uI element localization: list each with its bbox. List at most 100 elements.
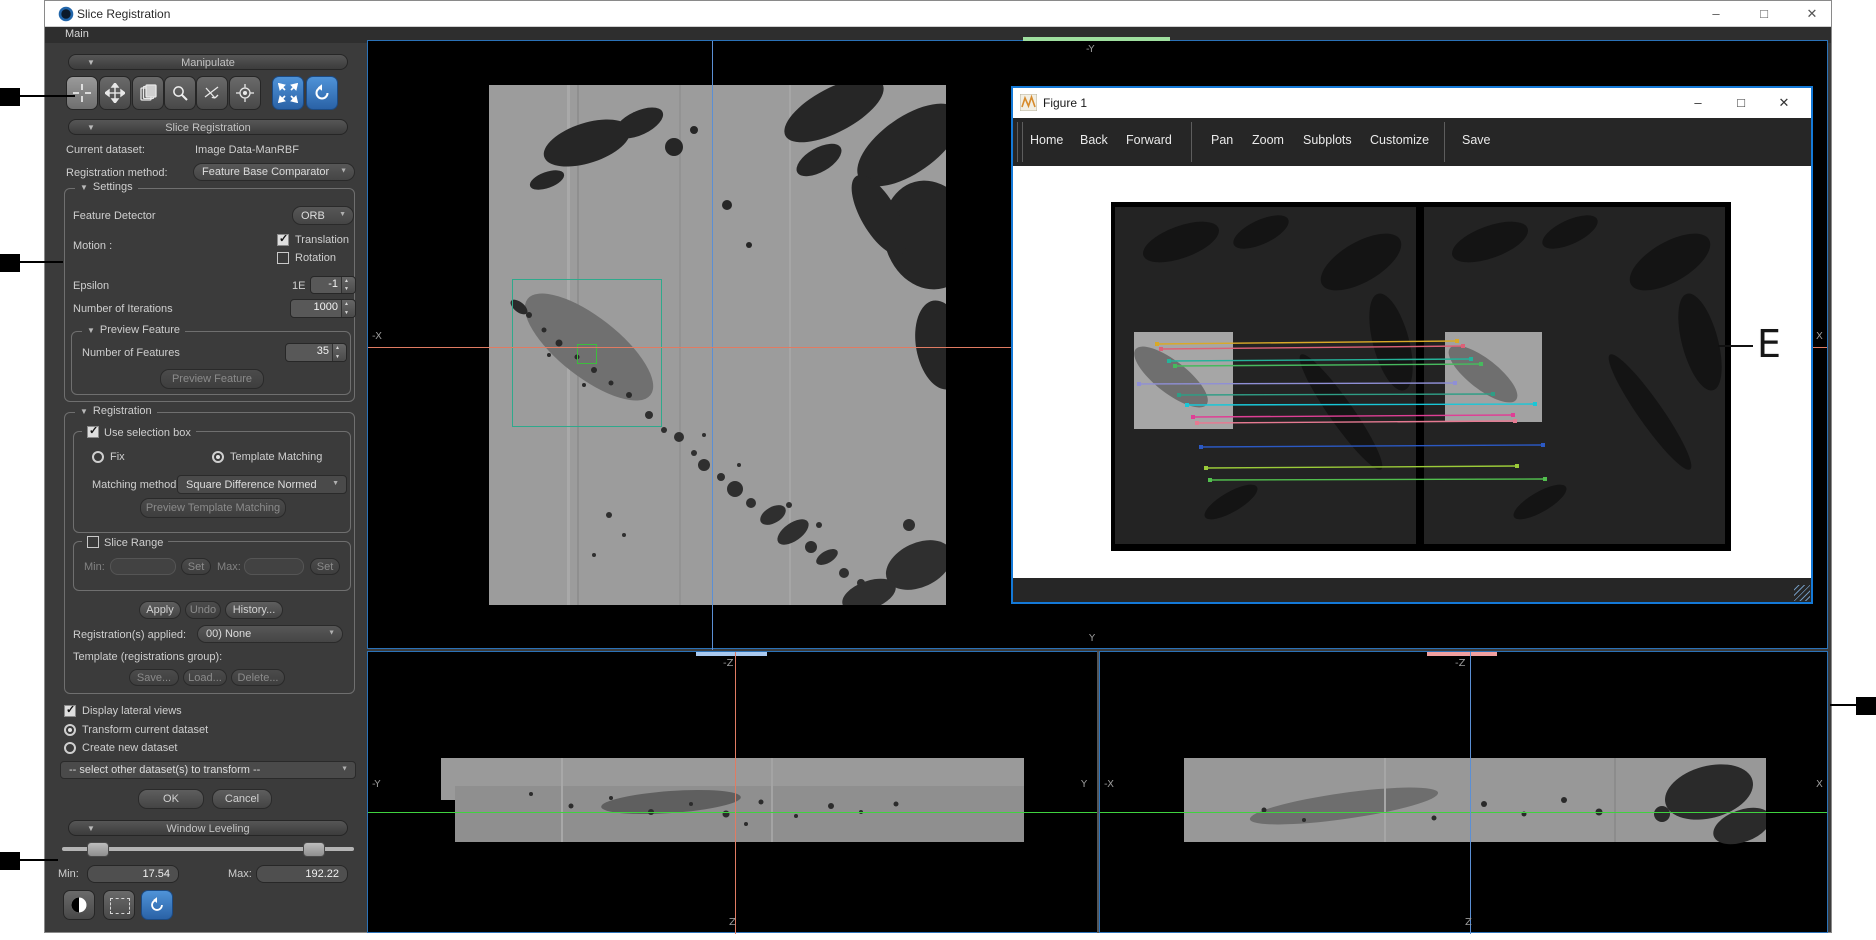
epsilon-spinner[interactable]: -1 ▲▼ xyxy=(310,276,356,294)
window-level-min-handle[interactable] xyxy=(87,842,109,857)
viewer-lateral-left[interactable]: -Z -Y Y Z xyxy=(367,651,1098,933)
template-matching-radio[interactable] xyxy=(212,451,224,463)
crosshair-tool-button[interactable] xyxy=(66,76,98,110)
figure-tool-subplots[interactable]: Subplots xyxy=(1303,133,1352,147)
chevron-down-icon: ▼ xyxy=(340,163,347,179)
slice-range-max-label: Max: xyxy=(217,561,241,573)
template-delete-button[interactable]: Delete... xyxy=(231,669,285,686)
spinner-buttons[interactable]: ▲▼ xyxy=(341,300,355,317)
expand-view-button[interactable] xyxy=(272,76,304,110)
reset-view-button[interactable] xyxy=(306,76,338,110)
iterations-spinner[interactable]: 1000 ▲▼ xyxy=(290,299,356,318)
spin-down-icon[interactable]: ▼ xyxy=(335,354,340,360)
invert-contrast-button[interactable] xyxy=(63,890,95,920)
apply-button[interactable]: Apply xyxy=(139,601,181,619)
translation-label: Translation xyxy=(295,234,349,246)
figure-tool-customize[interactable]: Customize xyxy=(1370,133,1429,147)
collapse-triangle-icon: ▼ xyxy=(87,326,95,335)
fix-radio[interactable] xyxy=(92,451,104,463)
manipulate-header[interactable]: ▼ Manipulate xyxy=(68,54,348,70)
num-features-spinner[interactable]: 35 ▲▼ xyxy=(285,343,347,362)
chevron-down-icon: ▼ xyxy=(332,475,339,492)
spin-up-icon[interactable]: ▲ xyxy=(344,301,349,307)
registration-method-select[interactable]: Feature Base Comparator ▼ xyxy=(193,163,355,181)
transform-current-radio[interactable] xyxy=(64,724,76,736)
app-minimize-button[interactable]: – xyxy=(1703,4,1729,23)
epsilon-label: Epsilon xyxy=(73,280,109,292)
slice-registration-header[interactable]: ▼ Slice Registration xyxy=(68,119,348,135)
figure-canvas[interactable] xyxy=(1013,166,1811,578)
undo-button[interactable]: Undo xyxy=(185,601,221,619)
figure-tool-zoom[interactable]: Zoom xyxy=(1252,133,1284,147)
registrations-applied-select[interactable]: 00) None ▼ xyxy=(197,625,343,643)
spinner-buttons[interactable]: ▲▼ xyxy=(341,277,355,293)
figure-maximize-button[interactable]: □ xyxy=(1726,92,1756,114)
figure-window[interactable]: Figure 1 – □ ✕ Home Back Forward Pan Zoo… xyxy=(1011,86,1813,604)
move-tool-button[interactable] xyxy=(99,76,131,110)
window-leveling-header[interactable]: ▼ Window Leveling xyxy=(68,820,348,836)
slice-range-min-set-button[interactable]: Set xyxy=(181,558,211,575)
slice-range-checkbox[interactable] xyxy=(87,536,99,548)
slice-range-min-input[interactable] xyxy=(110,558,176,575)
window-level-max-handle[interactable] xyxy=(303,842,325,857)
toolbar-grip[interactable] xyxy=(1017,122,1023,162)
history-button[interactable]: History... xyxy=(225,601,283,619)
rotate-slice-tool-button[interactable] xyxy=(196,76,228,110)
rotation-checkbox[interactable] xyxy=(277,252,289,264)
preview-template-matching-button[interactable]: Preview Template Matching xyxy=(140,498,286,518)
settings-group: ▼Settings Feature Detector ORB ▼ Motion … xyxy=(64,188,355,402)
resize-grip[interactable] xyxy=(1794,585,1810,601)
spin-up-icon[interactable]: ▲ xyxy=(344,278,349,284)
registrations-applied-value: 00) None xyxy=(206,628,251,640)
figure-tool-pan[interactable]: Pan xyxy=(1211,133,1233,147)
figure-titlebar[interactable]: Figure 1 – □ ✕ xyxy=(1013,88,1811,118)
spin-down-icon[interactable]: ▼ xyxy=(344,310,349,316)
num-features-label: Number of Features xyxy=(82,347,180,359)
level-min-input[interactable]: 17.54 xyxy=(87,865,179,883)
feature-detector-select[interactable]: ORB ▼ xyxy=(292,206,354,225)
translation-checkbox[interactable]: ✓ xyxy=(277,234,289,246)
create-new-radio[interactable] xyxy=(64,742,76,754)
viewer-lateral-right[interactable]: -Z -X X Z xyxy=(1099,651,1828,933)
figure-tool-home[interactable]: Home xyxy=(1030,133,1063,147)
spinner-buttons[interactable]: ▲▼ xyxy=(332,344,346,361)
selection-box-toggle-button[interactable] xyxy=(103,890,135,920)
annotation-e-label: E xyxy=(1757,322,1781,366)
figure-minimize-button[interactable]: – xyxy=(1683,92,1713,114)
layers-tool-button[interactable] xyxy=(132,76,164,110)
figure-close-button[interactable]: ✕ xyxy=(1769,92,1799,114)
axis-label-right: X xyxy=(1816,779,1823,790)
use-selection-box-checkbox[interactable]: ✓ xyxy=(87,426,99,438)
spin-up-icon[interactable]: ▲ xyxy=(335,345,340,351)
app-maximize-button[interactable]: □ xyxy=(1751,4,1777,23)
app-title: Slice Registration xyxy=(77,7,170,21)
figure-tool-forward[interactable]: Forward xyxy=(1126,133,1172,147)
figure-tool-back[interactable]: Back xyxy=(1080,133,1108,147)
level-max-input[interactable]: 192.22 xyxy=(256,865,348,883)
template-load-button[interactable]: Load... xyxy=(183,669,227,686)
ok-button[interactable]: OK xyxy=(138,789,204,809)
figure-tool-save[interactable]: Save xyxy=(1462,133,1491,147)
axis-label-bottom: Z xyxy=(729,917,736,928)
slice-range-max-set-button[interactable]: Set xyxy=(310,558,340,575)
zoom-tool-button[interactable] xyxy=(164,76,196,110)
slice-range-max-input[interactable] xyxy=(244,558,304,575)
matching-method-value: Square Difference Normed xyxy=(186,479,317,491)
template-save-button[interactable]: Save... xyxy=(129,669,179,686)
toolbar-separator xyxy=(1191,122,1192,162)
matching-method-select[interactable]: Square Difference Normed ▼ xyxy=(177,475,347,494)
target-tool-button[interactable] xyxy=(229,76,261,110)
spin-down-icon[interactable]: ▼ xyxy=(344,286,349,292)
app-titlebar[interactable]: Slice Registration – □ ✕ xyxy=(45,1,1831,27)
toolbar-separator xyxy=(1444,122,1445,162)
display-lateral-views-checkbox[interactable]: ✓ xyxy=(64,705,76,717)
registration-group: ▼Registration ✓Use selection box Fix Tem… xyxy=(64,412,355,694)
reset-leveling-button[interactable] xyxy=(141,890,173,920)
preview-feature-button[interactable]: Preview Feature xyxy=(160,369,264,389)
other-dataset-select[interactable]: -- select other dataset(s) to transform … xyxy=(60,761,356,779)
app-close-button[interactable]: ✕ xyxy=(1799,4,1825,23)
other-dataset-value: -- select other dataset(s) to transform … xyxy=(69,764,260,776)
cancel-button[interactable]: Cancel xyxy=(212,789,272,809)
crosshair-icon xyxy=(72,83,92,103)
menu-main[interactable]: Main xyxy=(65,28,89,40)
